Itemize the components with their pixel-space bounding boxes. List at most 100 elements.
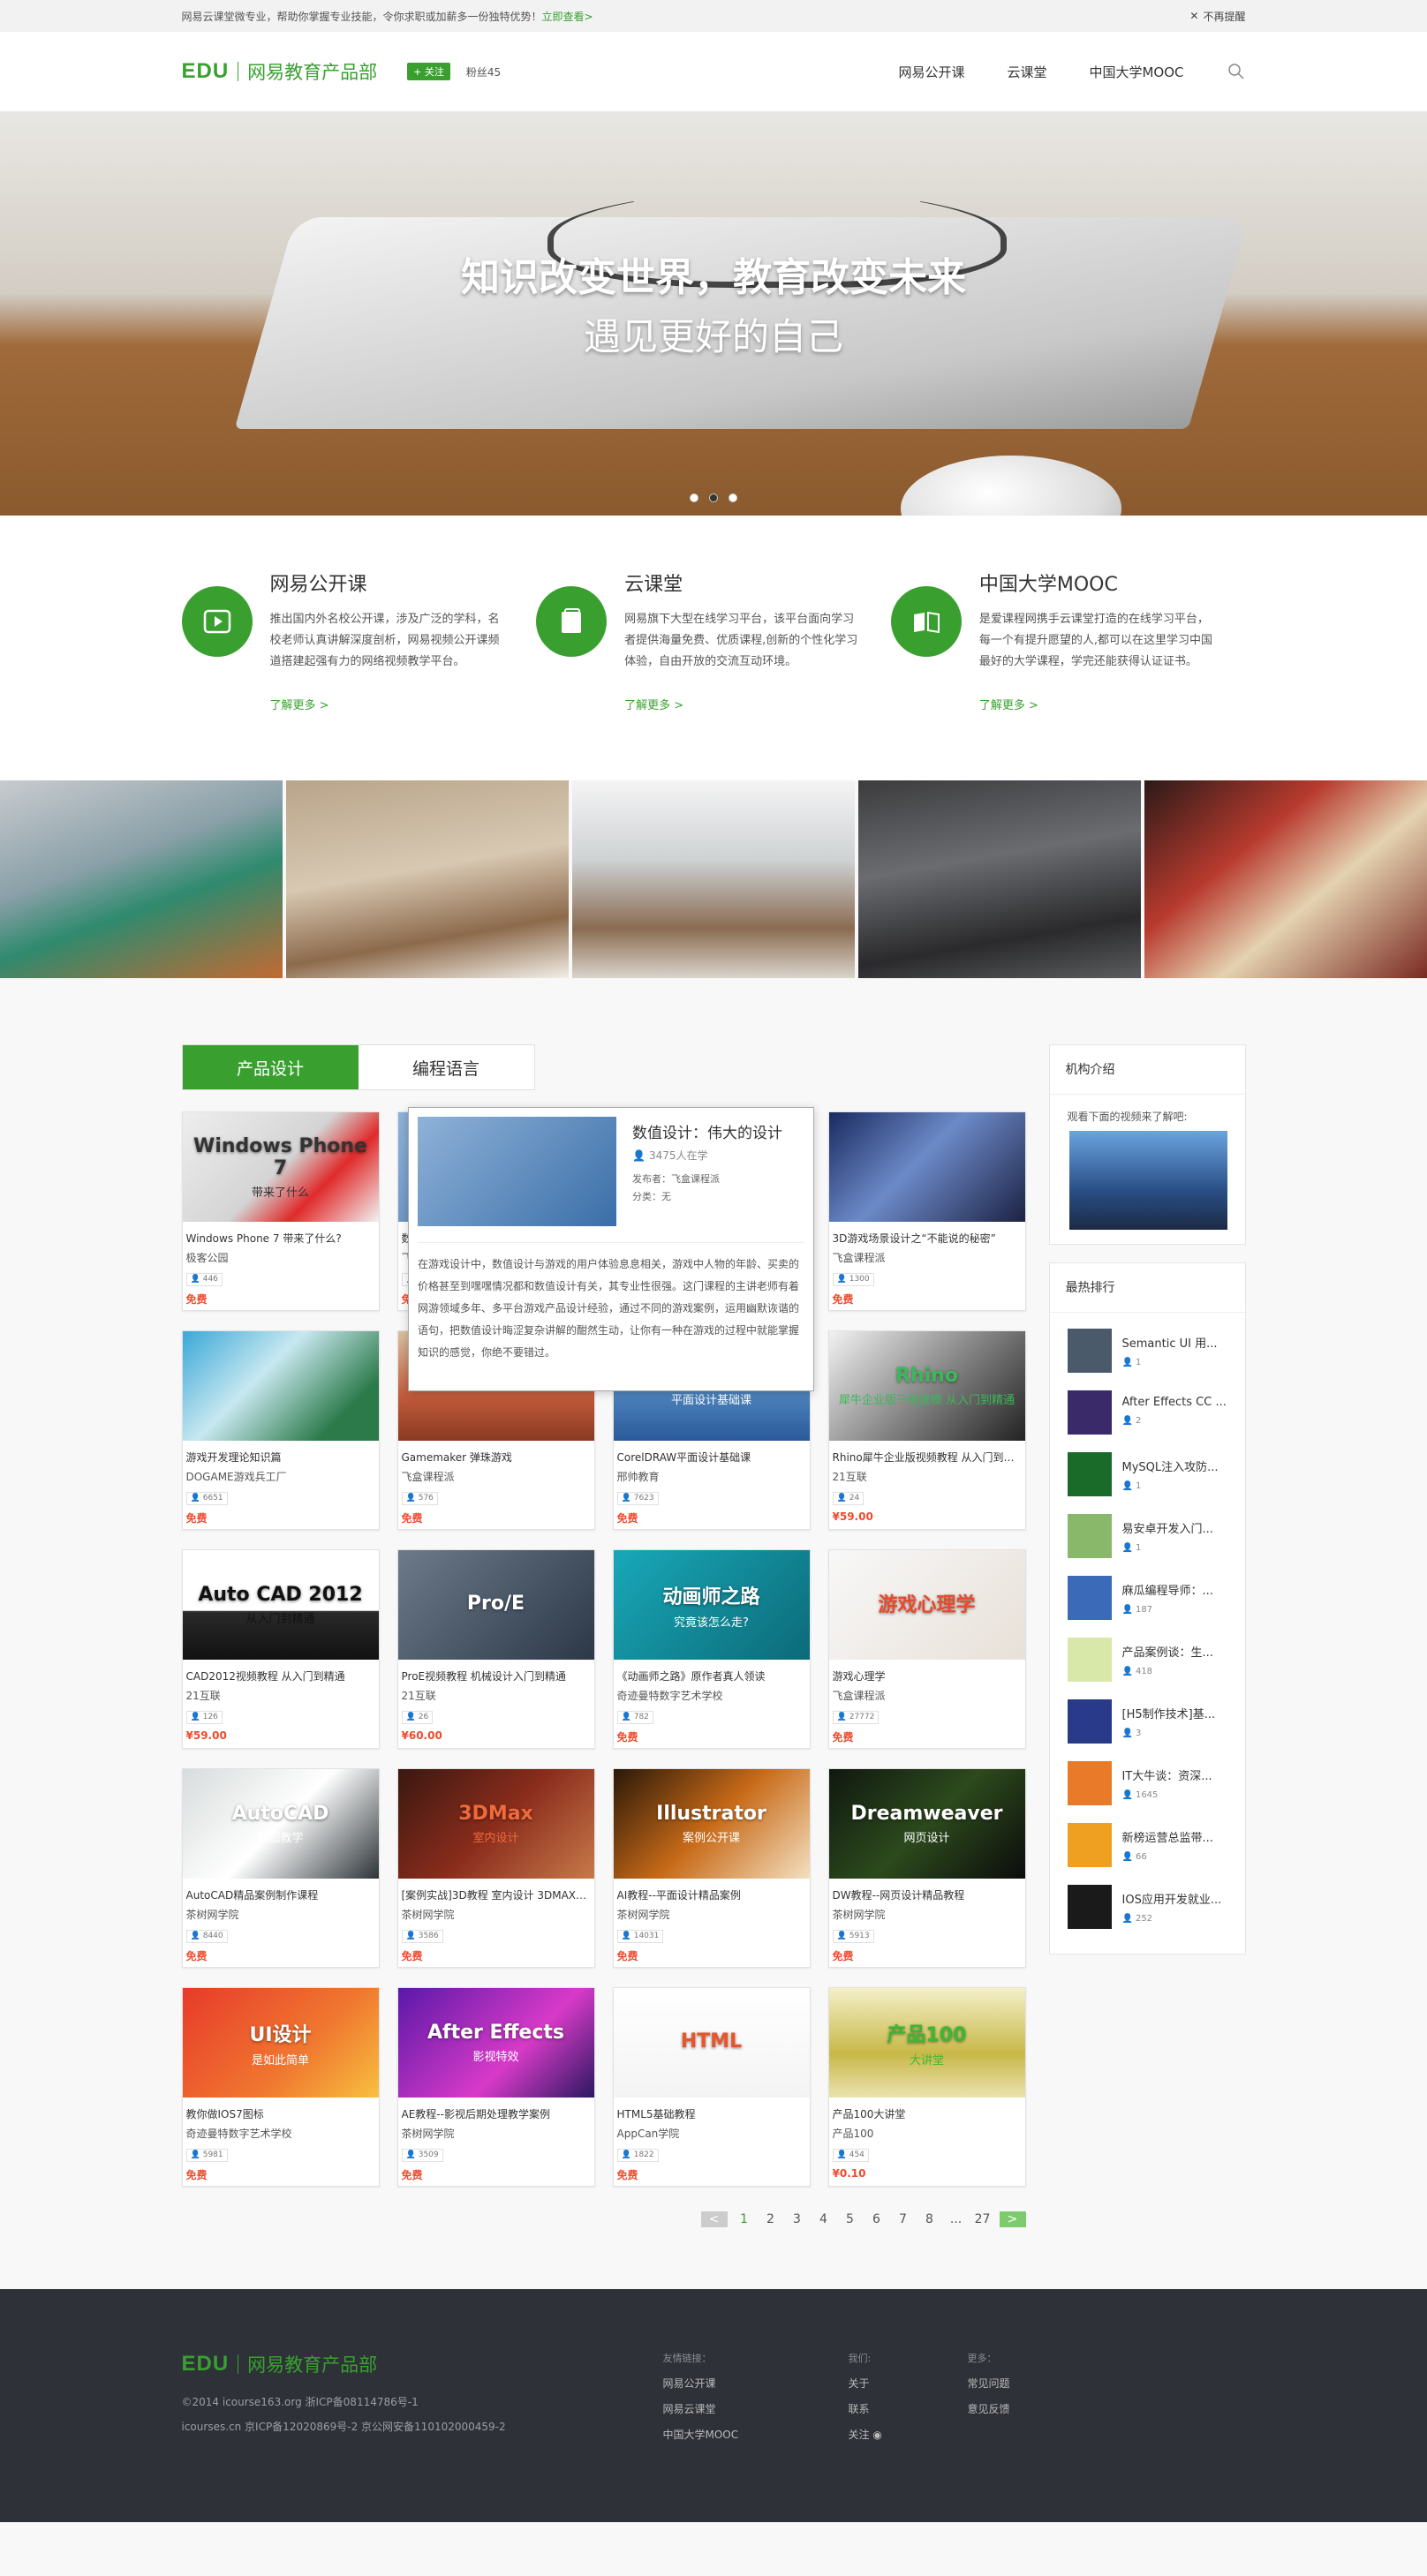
course-title[interactable]: AE教程--影视后期处理教学案例 <box>402 2105 591 2124</box>
course-provider[interactable]: 奇迹曼特数字艺术学校 <box>617 1686 806 1706</box>
nav-item-mooc[interactable]: 中国大学MOOC <box>1089 63 1183 81</box>
course-thumbnail[interactable]: 产品100 大讲堂 <box>828 1988 1025 2098</box>
page-5[interactable]: 5 <box>837 2212 864 2226</box>
course-card[interactable]: AutoCAD 制图教学 AutoCAD精品案例制作课程 茶树网学院 👤 8440 免费 <box>181 1768 380 1968</box>
ranking-item[interactable]: MySQL注入攻防... 👤 1 <box>1067 1452 1229 1496</box>
page-1[interactable]: 1 <box>731 2212 758 2226</box>
dismiss-promo-button[interactable]: ✕ 不再提醒 <box>1189 9 1245 24</box>
ranking-item[interactable]: 产品案例谈：生... 👤 418 <box>1067 1638 1229 1682</box>
org-video-thumbnail[interactable] <box>1068 1131 1227 1230</box>
course-card[interactable]: Dreamweaver 网页设计 DW教程--网页设计精品教程 茶树网学院 👤 5913… <box>827 1768 1026 1968</box>
page-6[interactable]: 6 <box>864 2212 890 2226</box>
hero-banner[interactable]: 知识改变世界，教育改变未来 遇见更好的自己 <box>0 111 1427 516</box>
nav-item-cloud-class[interactable]: 云课堂 <box>1007 63 1046 81</box>
course-thumbnail[interactable] <box>828 1112 1025 1222</box>
course-card[interactable]: Auto CAD 2012 从入门到精通 CAD2012视频教程 从入门到精通 21… <box>181 1549 380 1749</box>
course-thumbnail[interactable]: Auto CAD 2012 从入门到精通 <box>182 1550 379 1660</box>
course-title[interactable]: AI教程--平面设计精品案例 <box>617 1886 806 1905</box>
nav-item-open-course[interactable]: 网易公开课 <box>898 63 964 81</box>
course-thumbnail[interactable]: Windows Phone 7 带来了什么 <box>182 1112 379 1222</box>
course-provider[interactable]: 21互联 <box>186 1686 375 1706</box>
course-provider[interactable]: 飞盒课程派 <box>833 1686 1022 1706</box>
course-card[interactable]: 产品100 大讲堂 产品100大讲堂 产品100 👤 454 ¥0.10 <box>827 1987 1026 2187</box>
learn-more-link[interactable]: 了解更多 > <box>979 696 1218 712</box>
course-card[interactable]: 3D游戏场景设计之“不能说的秘密” 飞盒课程派 👤 1300 免费 <box>827 1111 1026 1311</box>
course-title[interactable]: 3D游戏场景设计之“不能说的秘密” <box>833 1229 1022 1248</box>
course-provider[interactable]: DOGAME游戏兵工厂 <box>186 1467 375 1487</box>
ranking-item[interactable]: IOS应用开发就业... 👤 252 <box>1067 1885 1229 1929</box>
carousel-dot[interactable] <box>729 493 737 502</box>
course-thumbnail[interactable]: 游戏心理学 <box>828 1550 1025 1660</box>
tab-programming[interactable]: 编程语言 <box>359 1045 534 1089</box>
course-thumbnail[interactable]: AutoCAD 制图教学 <box>182 1769 379 1879</box>
course-title[interactable]: 产品100大讲堂 <box>833 2105 1022 2124</box>
ranking-item[interactable]: 易安卓开发入门... 👤 1 <box>1067 1514 1229 1558</box>
course-card[interactable]: Rhino 犀牛企业版三维建模 从入门到精通 Rhino犀牛企业版视频教程 从入门… <box>827 1330 1026 1530</box>
prev-page-button[interactable]: < <box>700 2211 728 2227</box>
learn-more-link[interactable]: 了解更多 > <box>270 696 509 712</box>
course-provider[interactable]: 极客公园 <box>186 1248 375 1268</box>
course-title[interactable]: 《动画师之路》原作者真人领读 <box>617 1667 806 1686</box>
follow-button[interactable]: + 关注 <box>407 63 450 80</box>
course-thumbnail[interactable]: Dreamweaver 网页设计 <box>828 1769 1025 1879</box>
course-provider[interactable]: 茶树网学院 <box>833 1905 1022 1924</box>
page-2[interactable]: 2 <box>758 2212 784 2226</box>
ranking-item[interactable]: [H5制作技术]基... 👤 3 <box>1067 1699 1229 1744</box>
course-card[interactable]: Windows Phone 7 带来了什么 Windows Phone 7 带来了… <box>181 1111 380 1311</box>
course-thumbnail[interactable]: 3DMax 室内设计 <box>397 1769 594 1879</box>
footer-link-open-course[interactable]: 网易公开课 <box>663 2376 849 2391</box>
logo[interactable]: EDU 网易教育产品部 <box>182 58 378 85</box>
course-title[interactable]: HTML5基础教程 <box>617 2105 806 2124</box>
page-27[interactable]: 27 <box>970 2212 996 2226</box>
course-title[interactable]: Windows Phone 7 带来了什么? <box>186 1229 375 1248</box>
course-title[interactable]: AutoCAD精品案例制作课程 <box>186 1886 375 1905</box>
course-thumbnail[interactable]: Illustrator 案例公开课 <box>613 1769 810 1879</box>
footer-link-about[interactable]: 关于 <box>849 2376 968 2391</box>
course-thumbnail[interactable]: Rhino 犀牛企业版三维建模 从入门到精通 <box>828 1331 1025 1441</box>
popup-title[interactable]: 数值设计：伟大的设计 <box>632 1120 782 1142</box>
course-card[interactable]: 游戏心理学 游戏心理学 飞盒课程派 👤 27772 免费 <box>827 1549 1026 1749</box>
promo-link[interactable]: 立即查看> <box>542 11 593 23</box>
course-provider[interactable]: 21互联 <box>833 1467 1022 1487</box>
course-provider[interactable]: 茶树网学院 <box>402 2124 591 2143</box>
course-title[interactable]: CorelDRAW平面设计基础课 <box>617 1448 806 1467</box>
course-thumbnail[interactable]: After Effects 影视特效 <box>397 1988 594 2098</box>
course-provider[interactable]: 邢帅教育 <box>617 1467 806 1487</box>
course-card[interactable]: HTML HTML5基础教程 AppCan学院 👤 1822 免费 <box>612 1987 811 2187</box>
ranking-item[interactable]: After Effects CC ... 👤 2 <box>1067 1390 1229 1435</box>
course-title[interactable]: 游戏心理学 <box>833 1667 1022 1686</box>
course-provider[interactable]: 茶树网学院 <box>617 1905 806 1924</box>
learn-more-link[interactable]: 了解更多 > <box>624 696 863 712</box>
course-card[interactable]: 动画师之路 究竟该怎么走? 《动画师之路》原作者真人领读 奇迹曼特数字艺术学校 👤 78… <box>612 1549 811 1749</box>
course-provider[interactable]: 飞盒课程派 <box>402 1467 591 1487</box>
weibo-icon[interactable]: ◉ <box>872 2429 881 2441</box>
course-card[interactable]: 3DMax 室内设计 [案例实战]3D教程 室内设计 3DMAX教程 茶树网学院 👤 3… <box>396 1768 595 1968</box>
page-4[interactable]: 4 <box>811 2212 837 2226</box>
course-card[interactable]: 游戏开发理论知识篇 DOGAME游戏兵工厂 👤 6651 免费 <box>181 1330 380 1530</box>
tab-product-design[interactable]: 产品设计 <box>182 1045 359 1089</box>
footer-link-contact[interactable]: 联系 <box>849 2401 968 2416</box>
course-thumbnail[interactable]: UI设计 是如此简单 <box>182 1988 379 2098</box>
course-provider[interactable]: 产品100 <box>833 2124 1022 2143</box>
course-thumbnail[interactable]: 动画师之路 究竟该怎么走? <box>613 1550 810 1660</box>
footer-link-feedback[interactable]: 意见反馈 <box>968 2401 1010 2416</box>
footer-link-faq[interactable]: 常见问题 <box>968 2376 1010 2391</box>
course-title[interactable]: 游戏开发理论知识篇 <box>186 1448 375 1467</box>
page-3[interactable]: 3 <box>784 2212 811 2226</box>
course-provider[interactable]: 飞盒课程派 <box>833 1248 1022 1268</box>
course-card[interactable]: Illustrator 案例公开课 AI教程--平面设计精品案例 茶树网学院 👤 140… <box>612 1768 811 1968</box>
ranking-item[interactable]: IT大牛谈：资深... 👤 1645 <box>1067 1761 1229 1805</box>
footer-link-follow[interactable]: 关注 ◉ <box>849 2427 968 2442</box>
course-card[interactable]: Pro/E ProE视频教程 机械设计入门到精通 21互联 👤 26 ¥60.00 <box>396 1549 595 1749</box>
footer-link-mooc[interactable]: 中国大学MOOC <box>663 2427 849 2442</box>
course-card[interactable]: After Effects 影视特效 AE教程--影视后期处理教学案例 茶树网学院 👤… <box>396 1987 595 2187</box>
course-provider[interactable]: 茶树网学院 <box>402 1905 591 1924</box>
footer-logo[interactable]: EDU 网易教育产品部 <box>182 2351 663 2377</box>
course-provider[interactable]: 21互联 <box>402 1686 591 1706</box>
course-title[interactable]: 教你做IOS7图标 <box>186 2105 375 2124</box>
page-7[interactable]: 7 <box>890 2212 917 2226</box>
course-title[interactable]: CAD2012视频教程 从入门到精通 <box>186 1667 375 1686</box>
course-title[interactable]: ProE视频教程 机械设计入门到精通 <box>402 1667 591 1686</box>
course-provider[interactable]: AppCan学院 <box>617 2124 806 2143</box>
footer-link-cloud-class[interactable]: 网易云课堂 <box>663 2401 849 2416</box>
